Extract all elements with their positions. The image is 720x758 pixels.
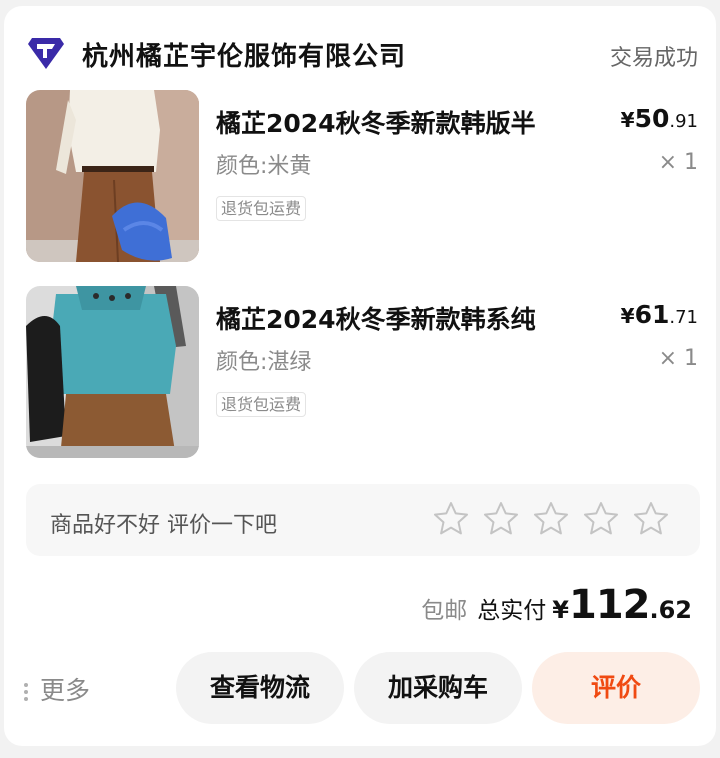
product-price: ¥50.91 [621, 104, 698, 133]
order-item[interactable]: 橘芷2024秋冬季新款韩版半 颜色:米黄 退货包运费 ¥50.91 × 1 [26, 90, 698, 262]
product-photo-cream-sweater [26, 90, 199, 262]
total-integer: 112 [568, 582, 650, 628]
price-integer: 50 [634, 104, 670, 133]
star-outline-icon[interactable] [582, 500, 620, 538]
price-currency: ¥ [620, 304, 635, 328]
order-status: 交易成功 [609, 46, 698, 71]
order-total: 包邮 总实付 ¥112.62 [421, 582, 692, 628]
review-prompt: 商品好不好 评价一下吧 [50, 513, 277, 538]
star-outline-icon[interactable] [482, 500, 520, 538]
view-logistics-button[interactable]: 查看物流 [176, 652, 344, 724]
return-shipping-badge: 退货包运费 [216, 392, 307, 417]
product-quantity: × 1 [658, 150, 698, 175]
shop-name[interactable]: 杭州橘芷宇伦服饰有限公司 [82, 36, 406, 73]
more-dots-icon [24, 680, 28, 704]
product-quantity: × 1 [658, 346, 698, 371]
order-card: 杭州橘芷宇伦服饰有限公司 交易成功 橘芷2024秋冬季新款韩版半 颜色:米黄 退… [4, 6, 716, 746]
product-image[interactable] [26, 286, 199, 458]
free-shipping-label: 包邮 [421, 598, 468, 624]
product-photo-teal-sweater [26, 286, 199, 458]
star-outline-icon[interactable] [532, 500, 570, 538]
order-item[interactable]: 橘芷2024秋冬季新款韩系纯 颜色:湛绿 退货包运费 ¥61.71 × 1 [26, 286, 698, 458]
shop-header[interactable]: 杭州橘芷宇伦服饰有限公司 交易成功 [26, 30, 698, 76]
star-outline-icon[interactable] [432, 500, 470, 538]
return-shipping-badge: 退货包运费 [216, 196, 307, 221]
star-outline-icon[interactable] [632, 500, 670, 538]
price-decimal: .71 [669, 307, 698, 328]
shop-logo-icon [28, 38, 64, 69]
total-paid-label: 总实付 [477, 598, 547, 624]
review-button[interactable]: 评价 [532, 652, 700, 724]
price-decimal: .91 [669, 111, 698, 132]
product-spec: 颜色:湛绿 [216, 350, 312, 375]
total-decimal: .62 [649, 596, 692, 624]
product-title[interactable]: 橘芷2024秋冬季新款韩系纯 [216, 300, 536, 336]
product-price: ¥61.71 [621, 300, 698, 329]
more-button[interactable]: 更多 [24, 671, 90, 707]
product-title[interactable]: 橘芷2024秋冬季新款韩版半 [216, 104, 536, 140]
total-currency: ¥ [552, 596, 569, 624]
product-image[interactable] [26, 90, 199, 262]
price-integer: 61 [634, 300, 670, 329]
price-currency: ¥ [620, 108, 635, 132]
add-to-purchase-cart-button[interactable]: 加采购车 [354, 652, 522, 724]
product-spec: 颜色:米黄 [216, 154, 312, 179]
review-bar[interactable]: 商品好不好 评价一下吧 [26, 484, 700, 556]
more-label: 更多 [40, 676, 91, 705]
